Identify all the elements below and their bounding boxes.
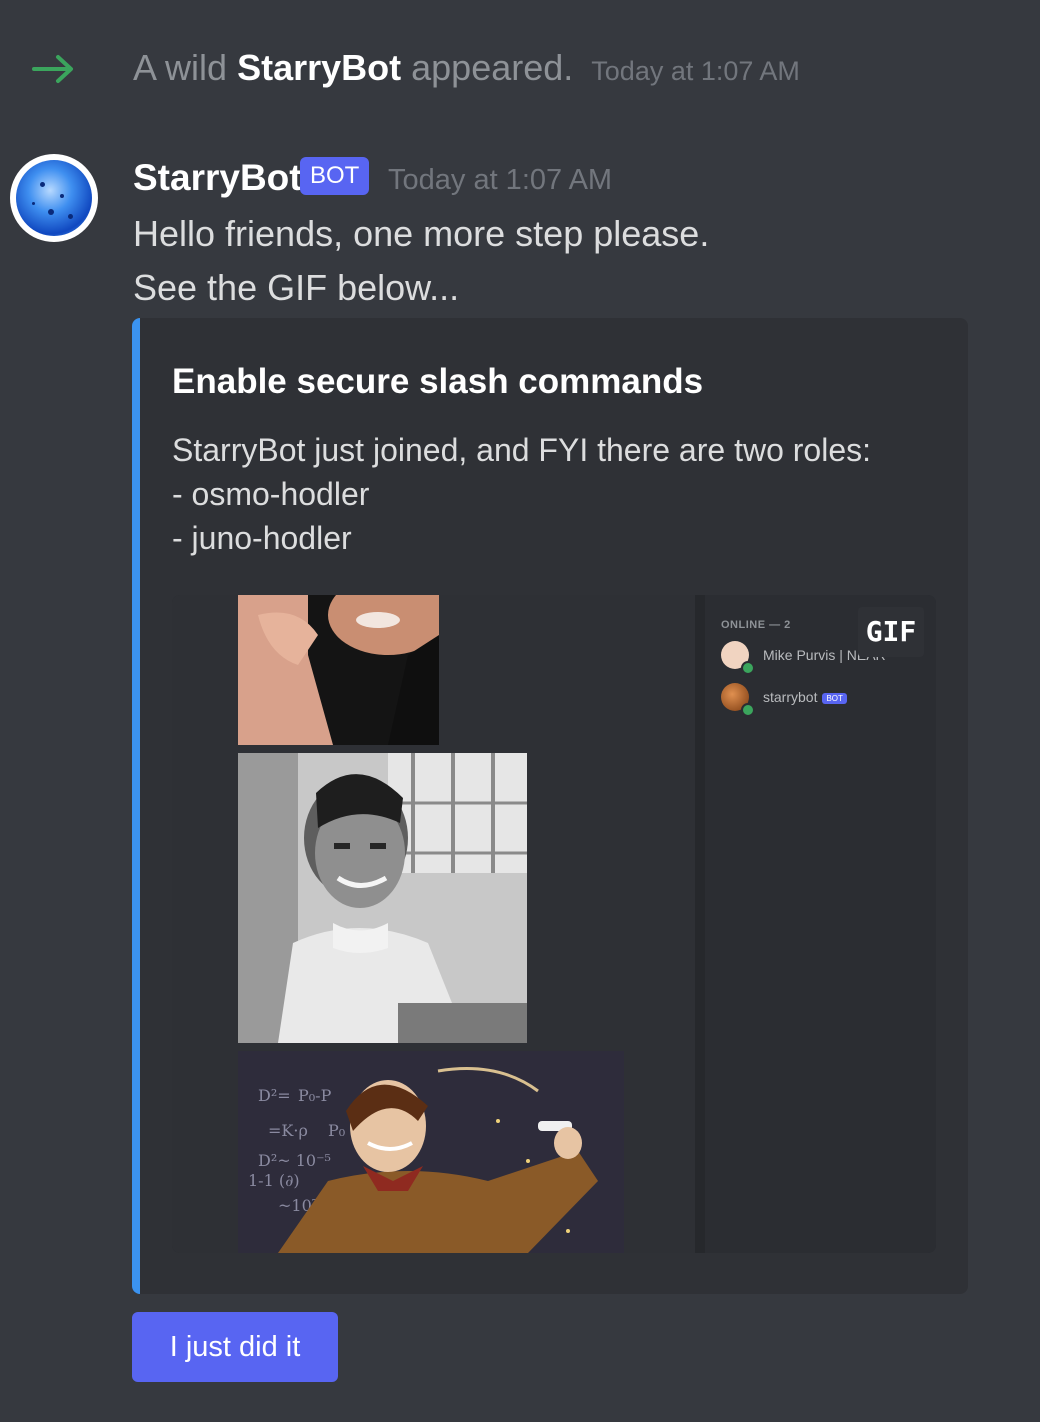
gif-photo-portrait-1 <box>238 595 439 745</box>
embed-description-line: StarryBot just joined, and FYI there are… <box>172 432 871 468</box>
svg-text:=K·ρ: =K·ρ <box>268 1121 308 1140</box>
embed-description: StarryBot just joined, and FYI there are… <box>172 428 871 560</box>
embed-accent-bar <box>132 318 140 1294</box>
svg-text:P₀-P: P₀-P <box>298 1086 332 1105</box>
embed-gif-image[interactable]: D²= P₀-P =K·ρ P₀ D²~ 10⁻⁵ 1-1 (∂) ~10⁷ O… <box>172 595 936 1253</box>
svg-text:1-1 (∂): 1-1 (∂) <box>248 1171 300 1190</box>
message-author[interactable]: StarryBot <box>133 154 302 202</box>
message-timestamp: Today at 1:07 AM <box>388 164 613 196</box>
gif-chat-area: D²= P₀-P =K·ρ P₀ D²~ 10⁻⁵ 1-1 (∂) ~10⁷ <box>172 595 695 1253</box>
embed-title: Enable secure slash commands <box>172 362 704 401</box>
message-text-line: See the GIF below... <box>133 267 460 308</box>
embed-description-line: - osmo-hodler <box>172 476 370 512</box>
join-suffix: appeared. <box>411 47 574 88</box>
gif-illustration-portrait: D²= P₀-P =K·ρ P₀ D²~ 10⁻⁵ 1-1 (∂) ~10⁷ <box>238 1051 624 1253</box>
bot-badge: BOT <box>300 157 370 195</box>
svg-text:D²~ 10⁻⁵: D²~ 10⁻⁵ <box>258 1151 331 1170</box>
member-name: starrybot BOT <box>763 689 847 705</box>
svg-text:P₀: P₀ <box>328 1121 345 1140</box>
avatar[interactable] <box>10 154 98 242</box>
embed-card: Enable secure slash commands StarryBot j… <box>132 318 968 1294</box>
message-text-line: Hello friends, one more step please. <box>133 213 710 254</box>
svg-text:D²=: D²= <box>258 1086 291 1105</box>
gif-member-list: ONLINE — 2 Mike Purvis | NEAR starrybot B… <box>705 595 936 1253</box>
online-status-icon <box>741 661 755 675</box>
gif-photo-portrait-2 <box>238 753 527 1043</box>
join-timestamp: Today at 1:07 AM <box>591 56 800 86</box>
embed-description-line: - juno-hodler <box>172 520 352 556</box>
member-list-header: ONLINE — 2 <box>721 619 791 631</box>
online-status-icon <box>741 703 755 717</box>
gif-badge: GIF <box>858 607 924 657</box>
join-prefix: A wild <box>133 47 228 88</box>
member-bot-badge: BOT <box>822 692 847 704</box>
join-username[interactable]: StarryBot <box>237 47 401 88</box>
join-message: A wild StarryBot appeared. Today at 1:07… <box>133 44 800 95</box>
join-arrow-icon <box>32 55 73 83</box>
i-just-did-it-button[interactable]: I just did it <box>132 1312 338 1382</box>
